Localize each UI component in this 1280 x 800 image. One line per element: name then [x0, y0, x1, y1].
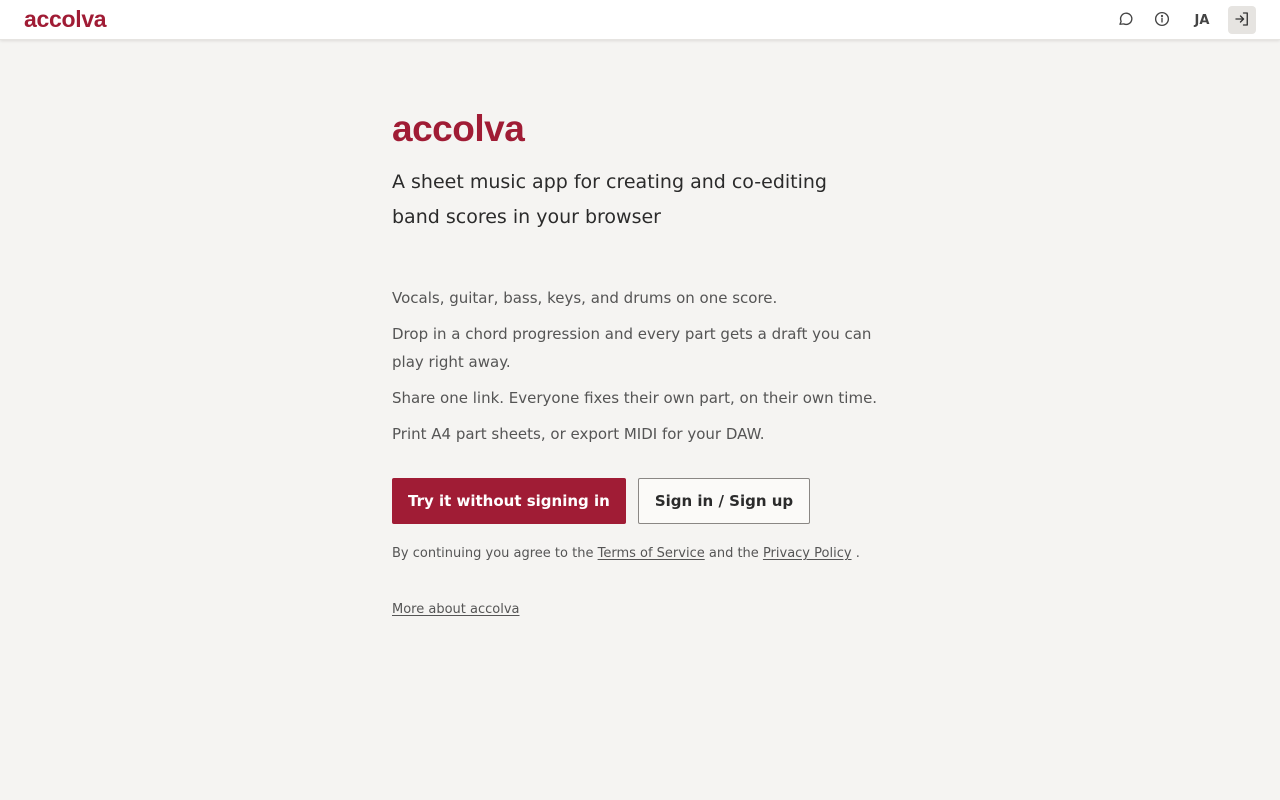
feature-item: Drop in a chord progression and every pa… [392, 325, 872, 371]
legal-suffix: . [855, 546, 860, 561]
legal-prefix: By continuing you agree to the [392, 546, 594, 561]
top-bar: accolva JA [0, 0, 1280, 40]
tagline: A sheet music app for creating and co-ed… [392, 171, 827, 228]
legal-middle: and the [708, 546, 759, 561]
hero-section: accolva A sheet music app for creating a… [392, 108, 892, 620]
feature-item: Share one link. Everyone fixes their own… [392, 389, 878, 407]
feature-item: Print A4 part sheets, or export MIDI for… [392, 425, 765, 443]
privacy-policy-link[interactable]: Privacy Policy [763, 546, 852, 561]
brand-logo[interactable]: accolva [24, 6, 107, 33]
feature-list: Vocals, guitar, bass, keys, and drums on… [392, 284, 892, 448]
info-icon [1153, 10, 1171, 31]
login-arrow-icon [1233, 10, 1251, 31]
more-about-link[interactable]: More about accolva [392, 602, 520, 617]
hero-logo: accolva [392, 108, 525, 149]
try-without-signin-button[interactable]: Try it without signing in [392, 478, 626, 524]
info-button[interactable] [1148, 6, 1176, 34]
legal-notice: By continuing you agree to the Terms of … [392, 544, 892, 564]
signin-signup-button[interactable]: Sign in / Sign up [637, 478, 811, 524]
language-toggle[interactable]: JA [1188, 6, 1216, 34]
terms-of-service-link[interactable]: Terms of Service [598, 546, 705, 561]
more-section: More about accolva [392, 600, 892, 620]
feature-item: Vocals, guitar, bass, keys, and drums on… [392, 289, 778, 307]
chat-bubble-icon [1117, 10, 1135, 31]
cta-row: Try it without signing in Sign in / Sign… [392, 478, 892, 524]
feedback-button[interactable] [1112, 6, 1140, 34]
login-button[interactable] [1228, 6, 1256, 34]
top-actions: JA [1112, 6, 1256, 34]
